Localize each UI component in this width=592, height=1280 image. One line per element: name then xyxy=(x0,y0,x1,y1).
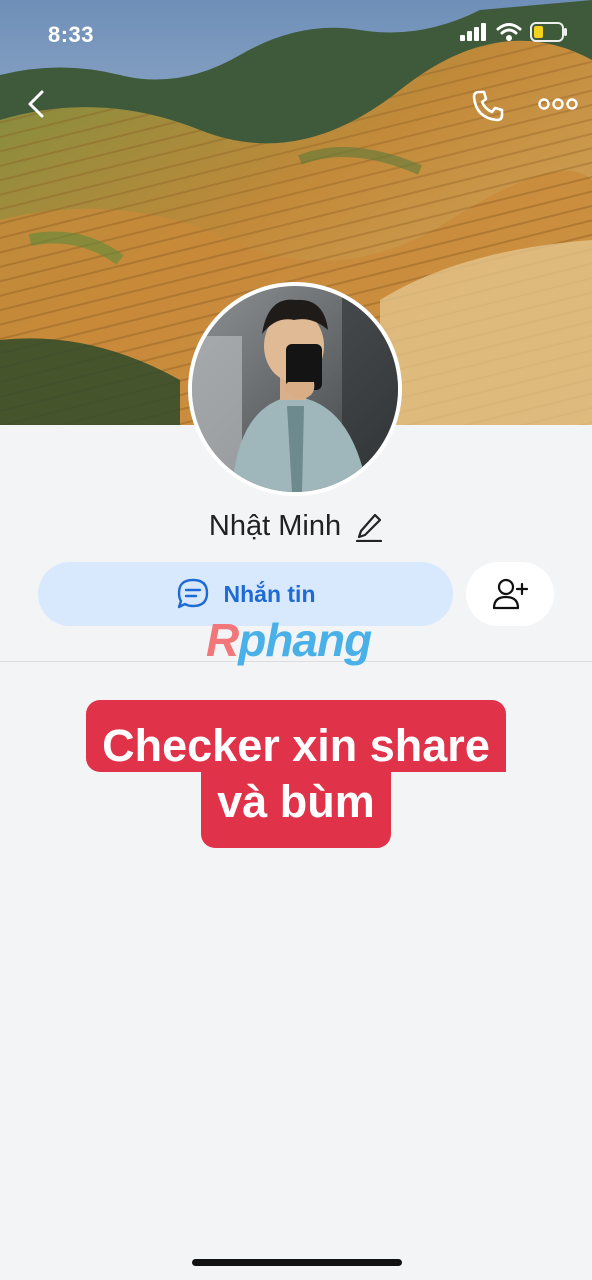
message-button-label: Nhắn tin xyxy=(223,580,316,607)
caption-line-2: và bùm xyxy=(201,772,391,848)
battery-icon xyxy=(530,22,567,42)
watermark-logo: Rphang xyxy=(206,614,372,666)
more-button[interactable] xyxy=(536,90,580,118)
add-friend-button[interactable] xyxy=(466,562,554,626)
wifi-icon xyxy=(496,23,522,41)
status-time: 8:33 xyxy=(48,22,95,47)
add-user-icon xyxy=(492,578,528,610)
call-button[interactable] xyxy=(468,86,508,126)
caption-overlay: Checker xin share và bùm xyxy=(0,700,592,848)
edit-name-button[interactable] xyxy=(355,512,383,542)
profile-name-row: Nhật Minh xyxy=(0,510,592,543)
caption-line-1: Checker xin share xyxy=(86,700,506,772)
chat-bubble-icon xyxy=(177,578,208,609)
status-icons xyxy=(460,22,568,42)
profile-name: Nhật Minh xyxy=(208,510,342,542)
back-button[interactable] xyxy=(20,88,52,120)
home-indicator[interactable] xyxy=(192,1259,402,1266)
ellipsis-icon xyxy=(538,98,578,110)
chevron-left-icon xyxy=(28,90,44,118)
phone-icon xyxy=(472,90,504,122)
pencil-icon xyxy=(355,513,383,542)
avatar[interactable] xyxy=(188,282,402,496)
signal-icon xyxy=(460,23,486,41)
